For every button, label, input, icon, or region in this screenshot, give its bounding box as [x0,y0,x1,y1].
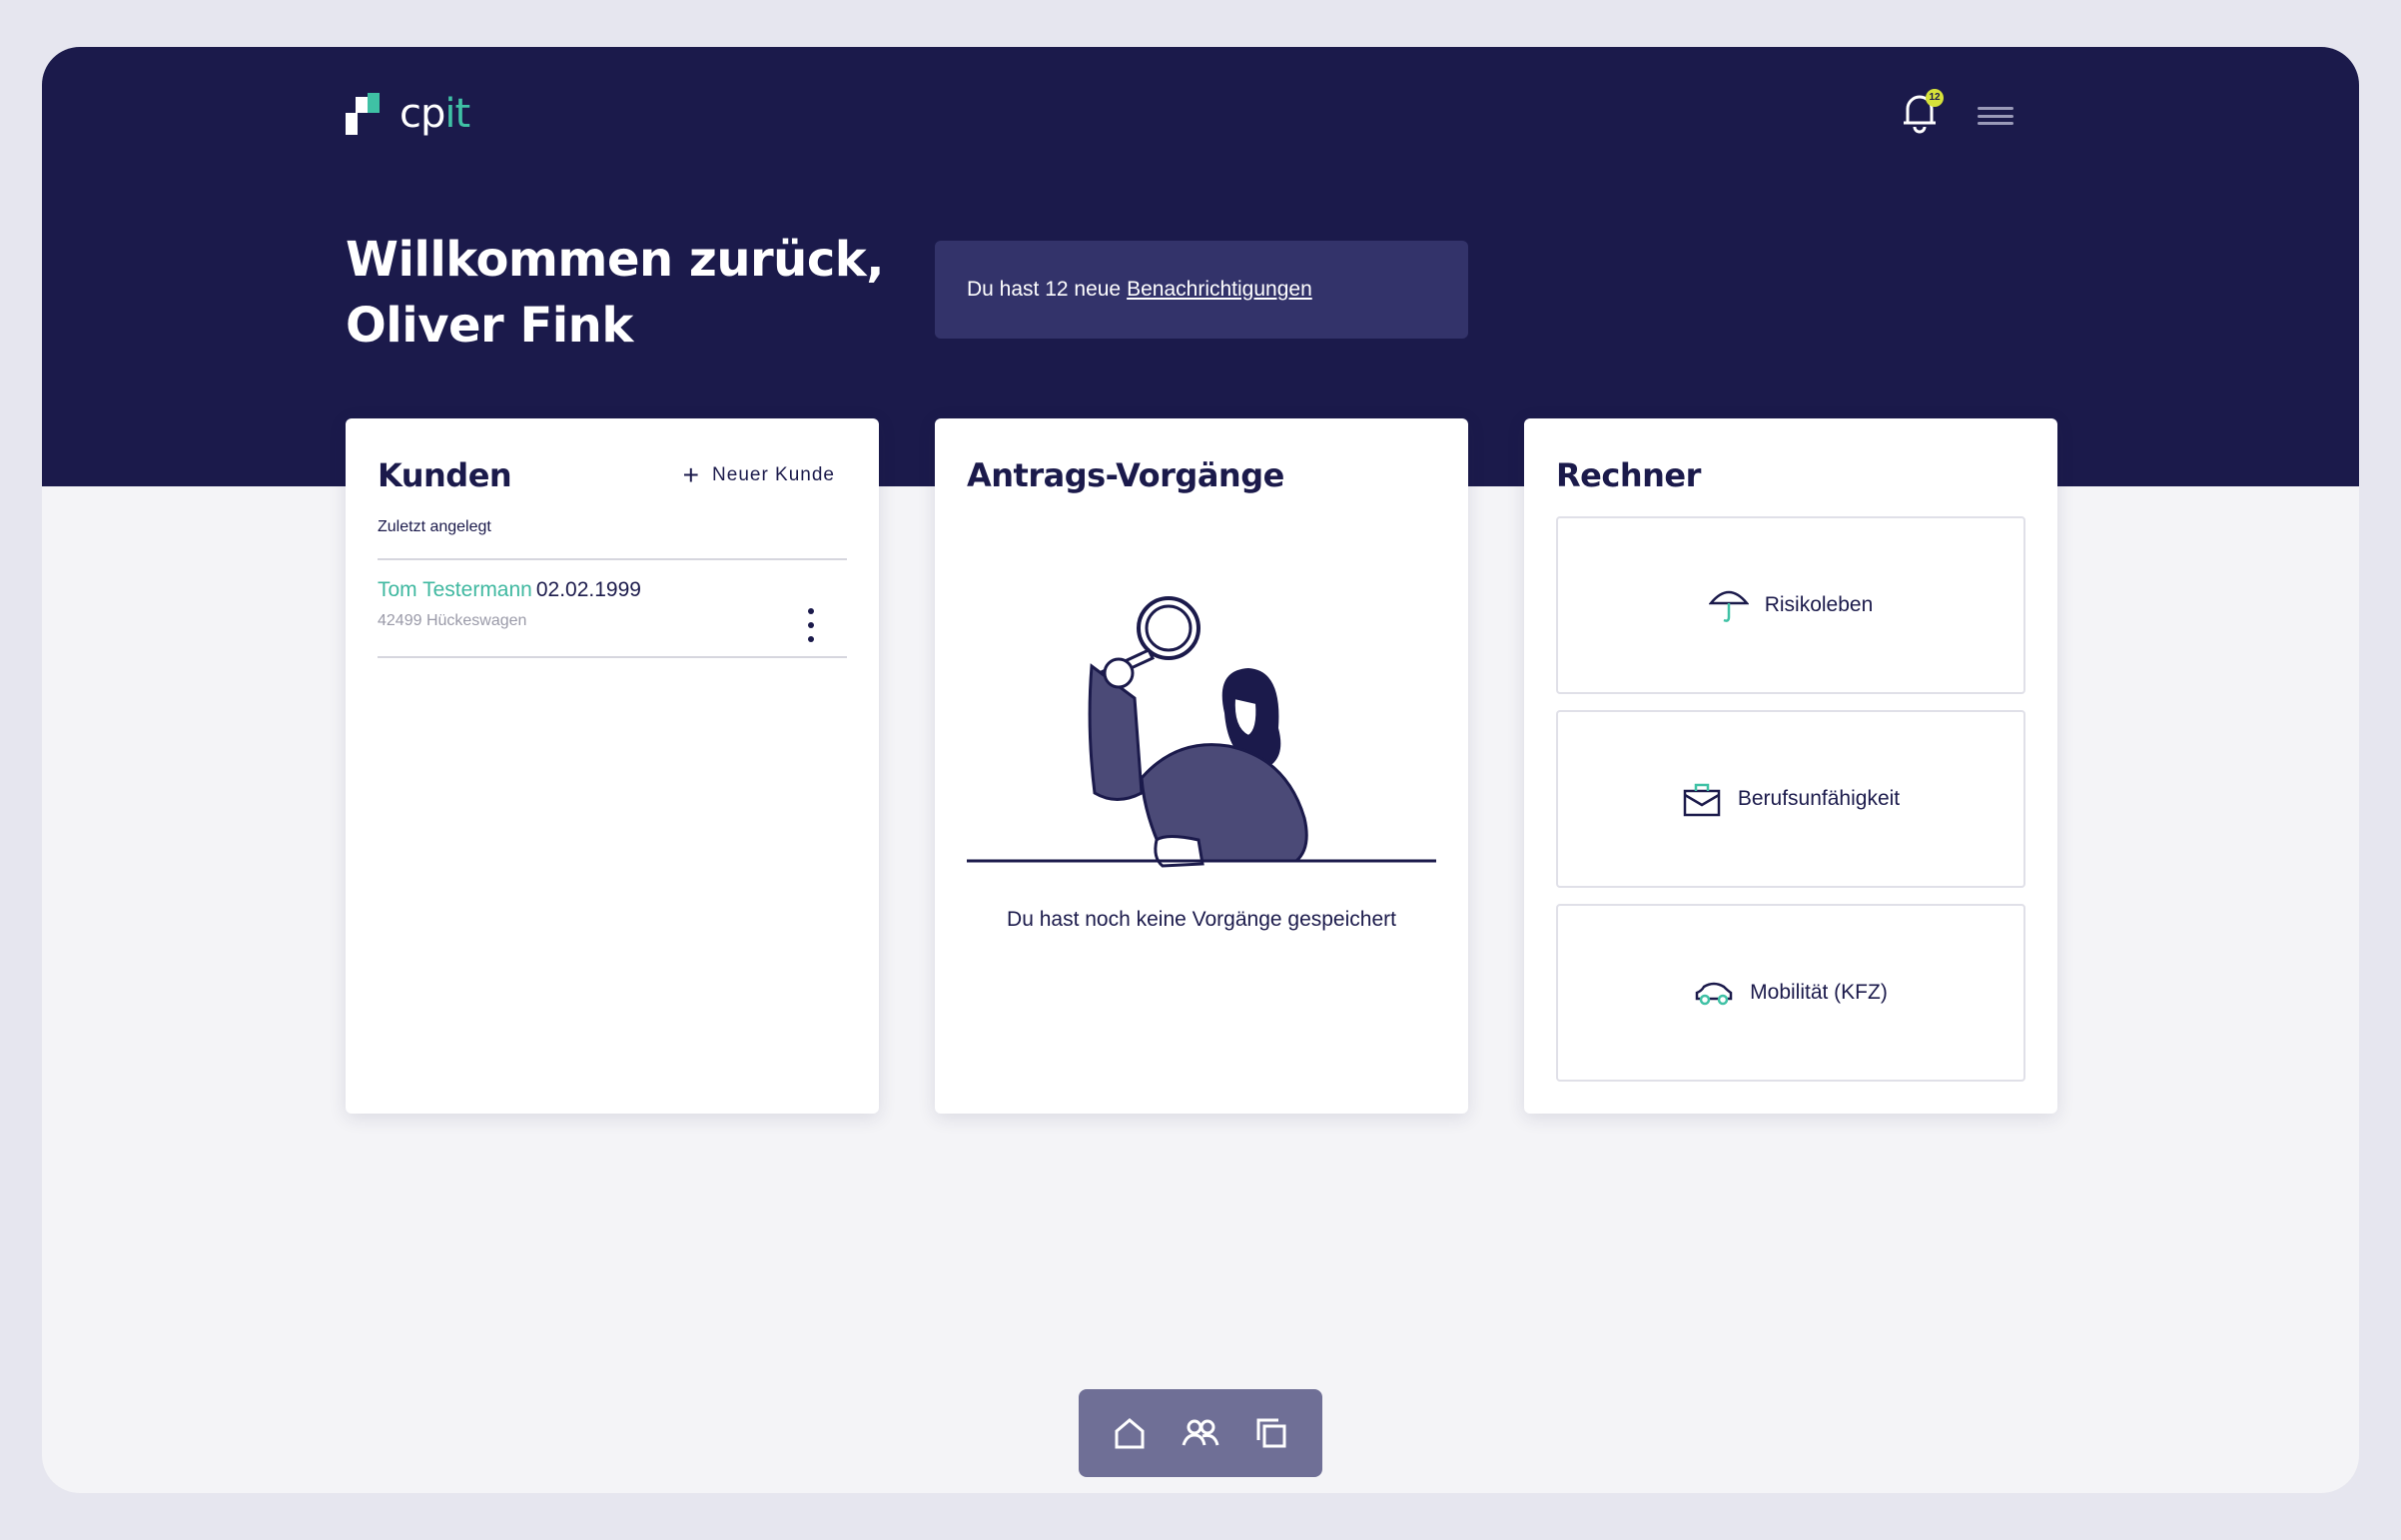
applications-title: Antrags-Vorgänge [967,456,1284,494]
customer-row[interactable]: Tom Testermann 02.02.1999 42499 Hückeswag… [378,578,847,658]
divider [378,558,847,560]
divider [378,656,847,658]
empty-state-text: Du hast noch keine Vorgänge gespeichert [1007,908,1396,931]
car-icon [1695,982,1733,1006]
logo-mark-icon [346,93,380,135]
notification-badge: 12 [1926,89,1944,107]
empty-state-illustration [967,596,1436,868]
customer-name[interactable]: Tom Testermann [378,578,532,601]
calculators-title: Rechner [1556,456,1701,494]
applications-card: Antrags-Vorgänge Du hast noch keine Vorg… [935,418,1468,1114]
notifications-button[interactable]: 12 [1900,89,1944,139]
recent-label: Zuletzt angelegt [378,518,491,535]
new-customer-button[interactable]: + Neuer Kunde [682,459,835,490]
bottom-navigation [1079,1389,1322,1477]
users-icon[interactable] [1179,1411,1222,1455]
customer-birthdate: 02.02.1999 [535,578,641,601]
calculator-mobilitaet[interactable]: Mobilität (KFZ) [1556,904,2025,1082]
customers-card: Kunden + Neuer Kunde Zuletzt angelegt To… [346,418,879,1114]
calculators-card: Rechner Risikoleben Berufsunfähigkeit Mo [1524,418,2057,1114]
customers-title: Kunden [378,456,512,494]
logo-text: cpit [400,91,470,137]
calculator-label: Risikoleben [1764,593,1874,616]
logo[interactable]: cpit [346,91,470,137]
calculator-label: Mobilität (KFZ) [1750,981,1888,1004]
home-icon[interactable] [1108,1411,1152,1455]
hamburger-menu-icon[interactable] [1978,103,2013,129]
app-window: cpit 12 Willkommen zurück, Oliver Fink D… [42,47,2359,1493]
calculator-label: Berufsunfähigkeit [1737,787,1901,810]
welcome-heading: Willkommen zurück, Oliver Fink [346,232,884,354]
customer-location: 42499 Hückeswagen [378,612,527,629]
calculator-risikoleben[interactable]: Risikoleben [1556,516,2025,694]
notification-notice: Du hast 12 neue Benachrichtigungen [935,241,1468,339]
more-options-icon[interactable] [801,608,821,642]
calculator-berufsunfaehigkeit[interactable]: Berufsunfähigkeit [1556,710,2025,888]
briefcase-icon [1683,783,1721,817]
umbrella-icon [1708,590,1749,622]
plus-icon: + [682,459,701,490]
notifications-link[interactable]: Benachrichtigungen [1127,278,1312,302]
copy-icon[interactable] [1249,1411,1293,1455]
